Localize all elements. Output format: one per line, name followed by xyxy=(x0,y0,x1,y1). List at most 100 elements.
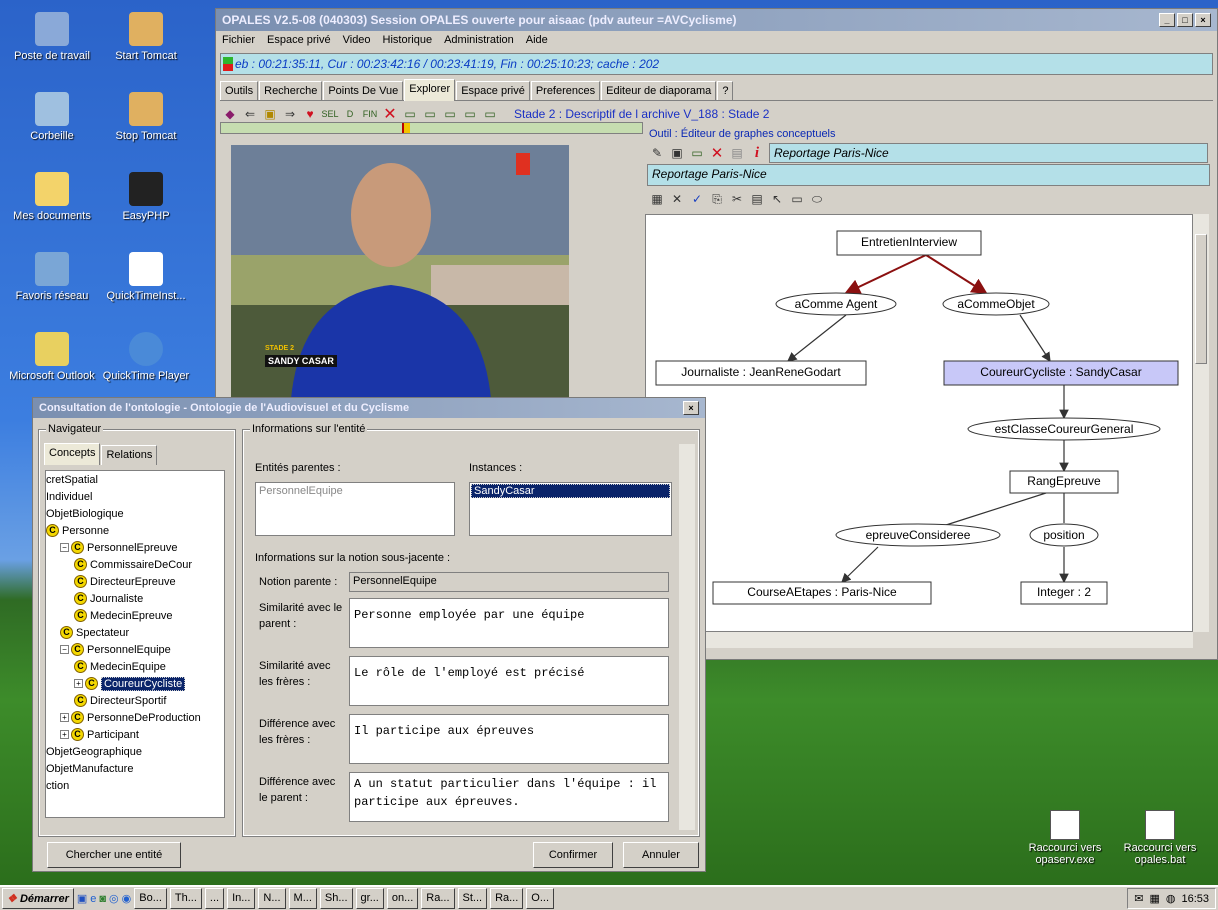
tab-preferences[interactable]: Preferences xyxy=(530,81,601,100)
relation-node-icon[interactable]: ⬭ xyxy=(809,191,825,207)
cancel-button[interactable]: Annuler xyxy=(623,842,699,868)
instances-list[interactable]: SandyCasar xyxy=(469,482,672,536)
debut-icon[interactable]: D xyxy=(342,106,358,122)
minimize-button[interactable]: _ xyxy=(1159,13,1175,27)
tab-recherche[interactable]: Recherche xyxy=(259,81,323,100)
paste-icon[interactable]: ▤ xyxy=(749,191,765,207)
graph-canvas[interactable]: EntretienInterview aComme Agent aCommeOb… xyxy=(645,214,1193,632)
tree-item[interactable]: ObjetManufacture xyxy=(46,760,224,777)
delete-icon[interactable]: ✕ xyxy=(382,106,398,123)
concept-node-icon[interactable]: ▭ xyxy=(789,191,805,207)
concept-tree[interactable]: cretSpatial Individuel ObjetBiologique C Per… xyxy=(45,470,225,818)
tab-concepts[interactable]: Concepts xyxy=(44,443,101,465)
task-button[interactable]: ... xyxy=(204,888,225,909)
tab-help[interactable]: ? xyxy=(717,81,734,100)
cut-icon[interactable]: ✂ xyxy=(729,191,745,207)
task-button[interactable]: Ra... xyxy=(490,888,524,909)
heart-icon[interactable]: ♥ xyxy=(302,106,318,122)
menu-administration[interactable]: Administration xyxy=(444,34,514,48)
menu-fichier[interactable]: Fichier xyxy=(222,34,255,48)
task-button[interactable]: on... xyxy=(386,888,419,909)
tree-item[interactable]: C DirecteurSportif xyxy=(46,692,224,709)
quicklaunch-ie-icon[interactable]: e xyxy=(90,893,96,905)
desktop-icon-outlook[interactable]: Microsoft Outlook xyxy=(2,332,102,382)
task-button[interactable]: N... xyxy=(258,888,286,909)
fin-icon[interactable]: FIN xyxy=(362,106,378,122)
tree-item[interactable]: C Personne xyxy=(46,522,224,539)
desktop-icon-quicktime-player[interactable]: QuickTime Player xyxy=(96,332,196,382)
window-icon[interactable]: ▤ xyxy=(729,145,745,161)
expand-icon[interactable]: + xyxy=(60,730,69,739)
desktop-icon-favoris[interactable]: Favoris réseau xyxy=(2,252,102,302)
copy-icon[interactable]: ⎘ xyxy=(709,191,725,207)
desktop-icon-stop-tomcat[interactable]: Stop Tomcat xyxy=(96,92,196,142)
timeline-knob[interactable] xyxy=(402,123,411,133)
node-journaliste[interactable]: Journaliste : JeanReneGodart xyxy=(656,365,866,379)
expand-icon[interactable]: + xyxy=(60,713,69,722)
comment-icon[interactable]: ▭ xyxy=(689,145,705,161)
tab-relations[interactable]: Relations xyxy=(101,445,158,465)
graph-title-field[interactable]: Reportage Paris-Nice xyxy=(769,143,1208,163)
diff-parent-field[interactable]: A un statut particulier dans l'équipe : … xyxy=(349,772,669,822)
info-scrollbar[interactable] xyxy=(679,444,695,830)
task-button[interactable]: O... xyxy=(526,888,555,909)
book-icon[interactable]: ◆ xyxy=(222,106,238,122)
forward-arrow-icon[interactable]: ⇒ xyxy=(282,106,298,122)
tree-item[interactable]: − C PersonnelEpreuve xyxy=(46,539,224,556)
node-integer[interactable]: Integer : 2 xyxy=(1021,585,1107,599)
graph-vertical-scrollbar[interactable] xyxy=(1193,214,1209,632)
quicklaunch-outlook-icon[interactable]: ◙ xyxy=(99,893,106,905)
tree-item[interactable]: C CommissaireDeCour xyxy=(46,556,224,573)
tab-explorer[interactable]: Explorer xyxy=(404,79,456,101)
graph-horizontal-scrollbar[interactable] xyxy=(645,632,1193,648)
tab-espace-prive[interactable]: Espace privé xyxy=(456,81,530,100)
task-button[interactable]: In... xyxy=(227,888,256,909)
desktop-icon-corbeille[interactable]: Corbeille xyxy=(2,92,102,142)
confirm-button[interactable]: Confirmer xyxy=(533,842,613,868)
parents-list[interactable]: PersonnelEquipe xyxy=(255,482,455,536)
node-acomme-agent[interactable]: aComme Agent xyxy=(776,297,896,311)
collapse-icon[interactable]: − xyxy=(60,543,69,552)
mail-icon[interactable]: ✉ xyxy=(1134,892,1143,905)
task-button[interactable]: Sh... xyxy=(319,888,353,909)
desktop-icon-quicktime-inst[interactable]: QuickTimeInst... xyxy=(96,252,196,302)
menu-video[interactable]: Video xyxy=(343,34,371,48)
tree-item[interactable]: C Spectateur xyxy=(46,624,224,641)
comment-link-icon[interactable]: ▭ xyxy=(462,106,478,122)
delete-icon[interactable]: ✕ xyxy=(709,145,725,162)
tree-item[interactable]: − C PersonnelEquipe xyxy=(46,641,224,658)
instance-item[interactable]: SandyCasar xyxy=(471,484,670,498)
node-rang-epreuve[interactable]: RangEpreuve xyxy=(1010,474,1118,488)
dialog-close-button[interactable]: × xyxy=(683,401,699,415)
properties-icon[interactable]: ▦ xyxy=(649,191,665,207)
diff-freres-field[interactable]: Il participe aux épreuves xyxy=(349,714,669,764)
cancel-icon[interactable]: ✕ xyxy=(669,191,685,207)
select-icon[interactable]: SEL xyxy=(322,106,339,122)
desktop-icon-mes-documents[interactable]: Mes documents xyxy=(2,172,102,222)
comment-icon[interactable]: ▭ xyxy=(402,106,418,122)
task-button[interactable]: Bo... xyxy=(134,888,167,909)
back-arrow-icon[interactable]: ⇐ xyxy=(242,106,258,122)
comment-edit-icon[interactable]: ▭ xyxy=(442,106,458,122)
tree-item[interactable]: ObjetBiologique xyxy=(46,505,224,522)
clock[interactable]: 16:53 xyxy=(1181,893,1209,905)
quicklaunch-desktop-icon[interactable]: ▣ xyxy=(77,892,87,905)
expand-icon[interactable]: + xyxy=(74,679,83,688)
close-button[interactable]: × xyxy=(1195,13,1211,27)
save-icon[interactable]: ▣ xyxy=(669,145,685,161)
tab-outils[interactable]: Outils xyxy=(220,81,259,100)
volume-icon[interactable]: ◍ xyxy=(1166,892,1176,905)
node-entretien[interactable]: EntretienInterview xyxy=(837,235,981,249)
check-icon[interactable]: ✓ xyxy=(689,191,705,207)
quicklaunch-quicktime2-icon[interactable]: ◉ xyxy=(122,892,132,905)
tree-item[interactable]: Individuel xyxy=(46,488,224,505)
tree-item[interactable]: + C CoureurCycliste xyxy=(46,675,224,692)
tree-item[interactable]: + C PersonneDeProduction xyxy=(46,709,224,726)
info-icon[interactable]: i xyxy=(749,145,765,161)
tab-points-de-vue[interactable]: Points De Vue xyxy=(323,81,404,100)
collapse-icon[interactable]: − xyxy=(60,645,69,654)
sim-parent-field[interactable]: Personne employée par une équipe xyxy=(349,598,669,648)
pointer-icon[interactable]: ↖ xyxy=(769,191,785,207)
search-entity-button[interactable]: Chercher une entité xyxy=(47,842,181,868)
tree-item[interactable]: cretSpatial xyxy=(46,471,224,488)
